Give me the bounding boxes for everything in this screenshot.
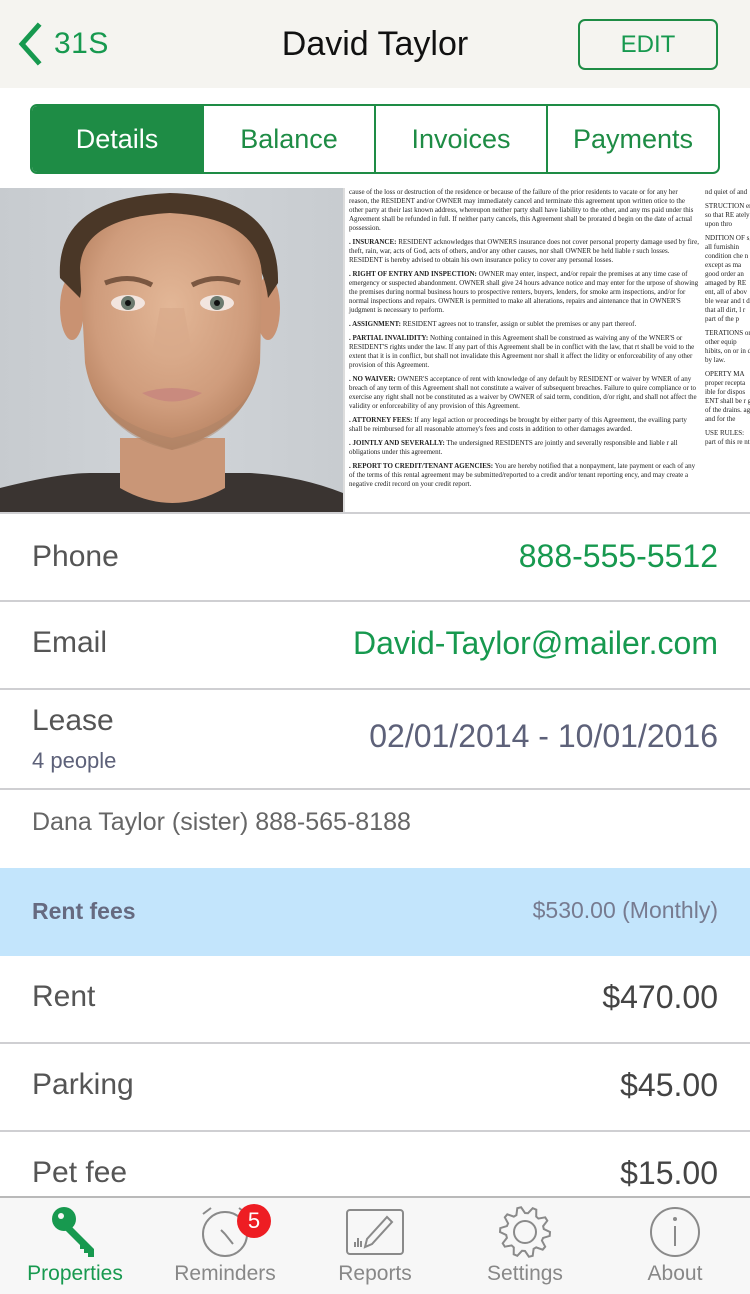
report-pencil-icon xyxy=(345,1204,405,1260)
doc-paragraph: . JOINTLY AND SEVERALLY: The undersigned… xyxy=(349,439,678,456)
email-value[interactable]: David-Taylor@mailer.com xyxy=(353,625,718,662)
tabbar-label: Reports xyxy=(338,1262,412,1285)
tabbar-settings[interactable]: Settings xyxy=(450,1198,600,1294)
tabbar-about[interactable]: About xyxy=(600,1198,750,1294)
doc-paragraph: . ATTORNEY FEES: If any legal action or … xyxy=(349,416,687,433)
doc-paragraph: . REPORT TO CREDIT/TENANT AGENCIES: You … xyxy=(349,462,696,488)
tabbar-label: About xyxy=(647,1262,703,1285)
rent-fees-total: $530.00 (Monthly) xyxy=(532,897,718,923)
navigation-bar: 31S David Taylor EDIT xyxy=(0,0,750,88)
edit-button[interactable]: EDIT xyxy=(578,19,718,70)
doc-side-paragraph: OPERTY MA proper recepta ible for dispos… xyxy=(705,370,750,423)
fee-label: Parking xyxy=(32,1068,134,1101)
lease-label: Lease xyxy=(32,704,114,737)
info-icon xyxy=(645,1204,705,1260)
doc-side-paragraph: STRUCTION ent so that RE ately upon thro xyxy=(705,202,750,228)
document-side-column: nd quiet of and STRUCTION ent so that RE… xyxy=(705,188,750,452)
rent-fees-header: Rent fees $530.00 (Monthly) xyxy=(0,868,750,956)
doc-paragraph: . PARTIAL INVALIDITY: Nothing contained … xyxy=(349,334,695,369)
email-label: Email xyxy=(32,626,108,659)
fee-amount: $45.00 xyxy=(620,1067,718,1103)
tenant-photo[interactable] xyxy=(0,188,343,512)
tabbar-properties[interactable]: Properties xyxy=(0,1198,150,1294)
doc-paragraph: cause of the loss or destruction of the … xyxy=(349,188,694,232)
emergency-contact-row[interactable]: Dana Taylor (sister) 888-565-8188 xyxy=(0,790,750,868)
tab-invoices[interactable]: Invoices xyxy=(374,106,546,172)
tabbar-reports[interactable]: Reports xyxy=(300,1198,450,1294)
doc-side-paragraph: USE RULES: part of this re nt. xyxy=(705,429,750,446)
lease-occupants: 4 people xyxy=(32,748,117,773)
lease-document-preview[interactable]: cause of the loss or destruction of the … xyxy=(343,188,750,512)
doc-paragraph: . NO WAIVER: OWNER'S acceptance of rent … xyxy=(349,375,697,410)
fee-row-parking[interactable]: Parking $45.00 xyxy=(0,1044,750,1132)
tabbar-label: Reminders xyxy=(174,1262,276,1285)
emergency-contact: Dana Taylor (sister) 888-565-8188 xyxy=(32,808,411,836)
doc-side-paragraph: TERATIONS or other equip hibits, on or i… xyxy=(705,329,750,364)
rent-fees-label: Rent fees xyxy=(32,898,136,924)
doc-paragraph: . ASSIGNMENT: RESIDENT agrees not to tra… xyxy=(349,320,637,328)
phone-label: Phone xyxy=(32,540,119,573)
fee-label: Rent xyxy=(32,980,96,1013)
fee-amount: $15.00 xyxy=(620,1155,718,1191)
tab-balance[interactable]: Balance xyxy=(202,106,374,172)
tab-details[interactable]: Details xyxy=(32,106,202,172)
doc-paragraph: . RIGHT OF ENTRY AND INSPECTION: OWNER m… xyxy=(349,270,699,314)
fee-amount: $470.00 xyxy=(602,979,718,1015)
tabbar-label: Properties xyxy=(27,1262,123,1285)
lease-dates: 02/01/2014 - 10/01/2016 xyxy=(369,718,718,754)
email-row[interactable]: Email David-Taylor@mailer.com xyxy=(0,602,750,690)
fee-row-pet-fee[interactable]: Pet fee $15.00 xyxy=(0,1132,750,1196)
doc-side-paragraph: nd quiet of and xyxy=(705,188,748,196)
portrait-illustration xyxy=(0,193,343,512)
lease-row[interactable]: Lease 4 people 02/01/2014 - 10/01/2016 xyxy=(0,690,750,790)
bottom-tab-bar: Properties 5 Reminders Reports Settings … xyxy=(0,1196,750,1294)
gear-icon xyxy=(495,1204,555,1260)
phone-row[interactable]: Phone 888-555-5512 xyxy=(0,512,750,602)
fee-label: Pet fee xyxy=(32,1156,128,1189)
doc-side-paragraph: NDITION OF s, all furnishin condition ch… xyxy=(705,234,750,323)
tabbar-label: Settings xyxy=(487,1262,563,1285)
fee-row-rent[interactable]: Rent $470.00 xyxy=(0,956,750,1044)
phone-value[interactable]: 888-555-5512 xyxy=(519,538,718,575)
tabbar-reminders[interactable]: 5 Reminders xyxy=(150,1198,300,1294)
document-main-column: cause of the loss or destruction of the … xyxy=(349,188,699,494)
doc-paragraph: . INSURANCE: RESIDENT acknowledges that … xyxy=(349,238,699,264)
reminders-badge: 5 xyxy=(237,1204,271,1238)
key-icon xyxy=(45,1204,105,1260)
tab-payments[interactable]: Payments xyxy=(546,106,718,172)
segmented-tabs: Details Balance Invoices Payments xyxy=(30,104,720,174)
media-strip: cause of the loss or destruction of the … xyxy=(0,188,750,512)
